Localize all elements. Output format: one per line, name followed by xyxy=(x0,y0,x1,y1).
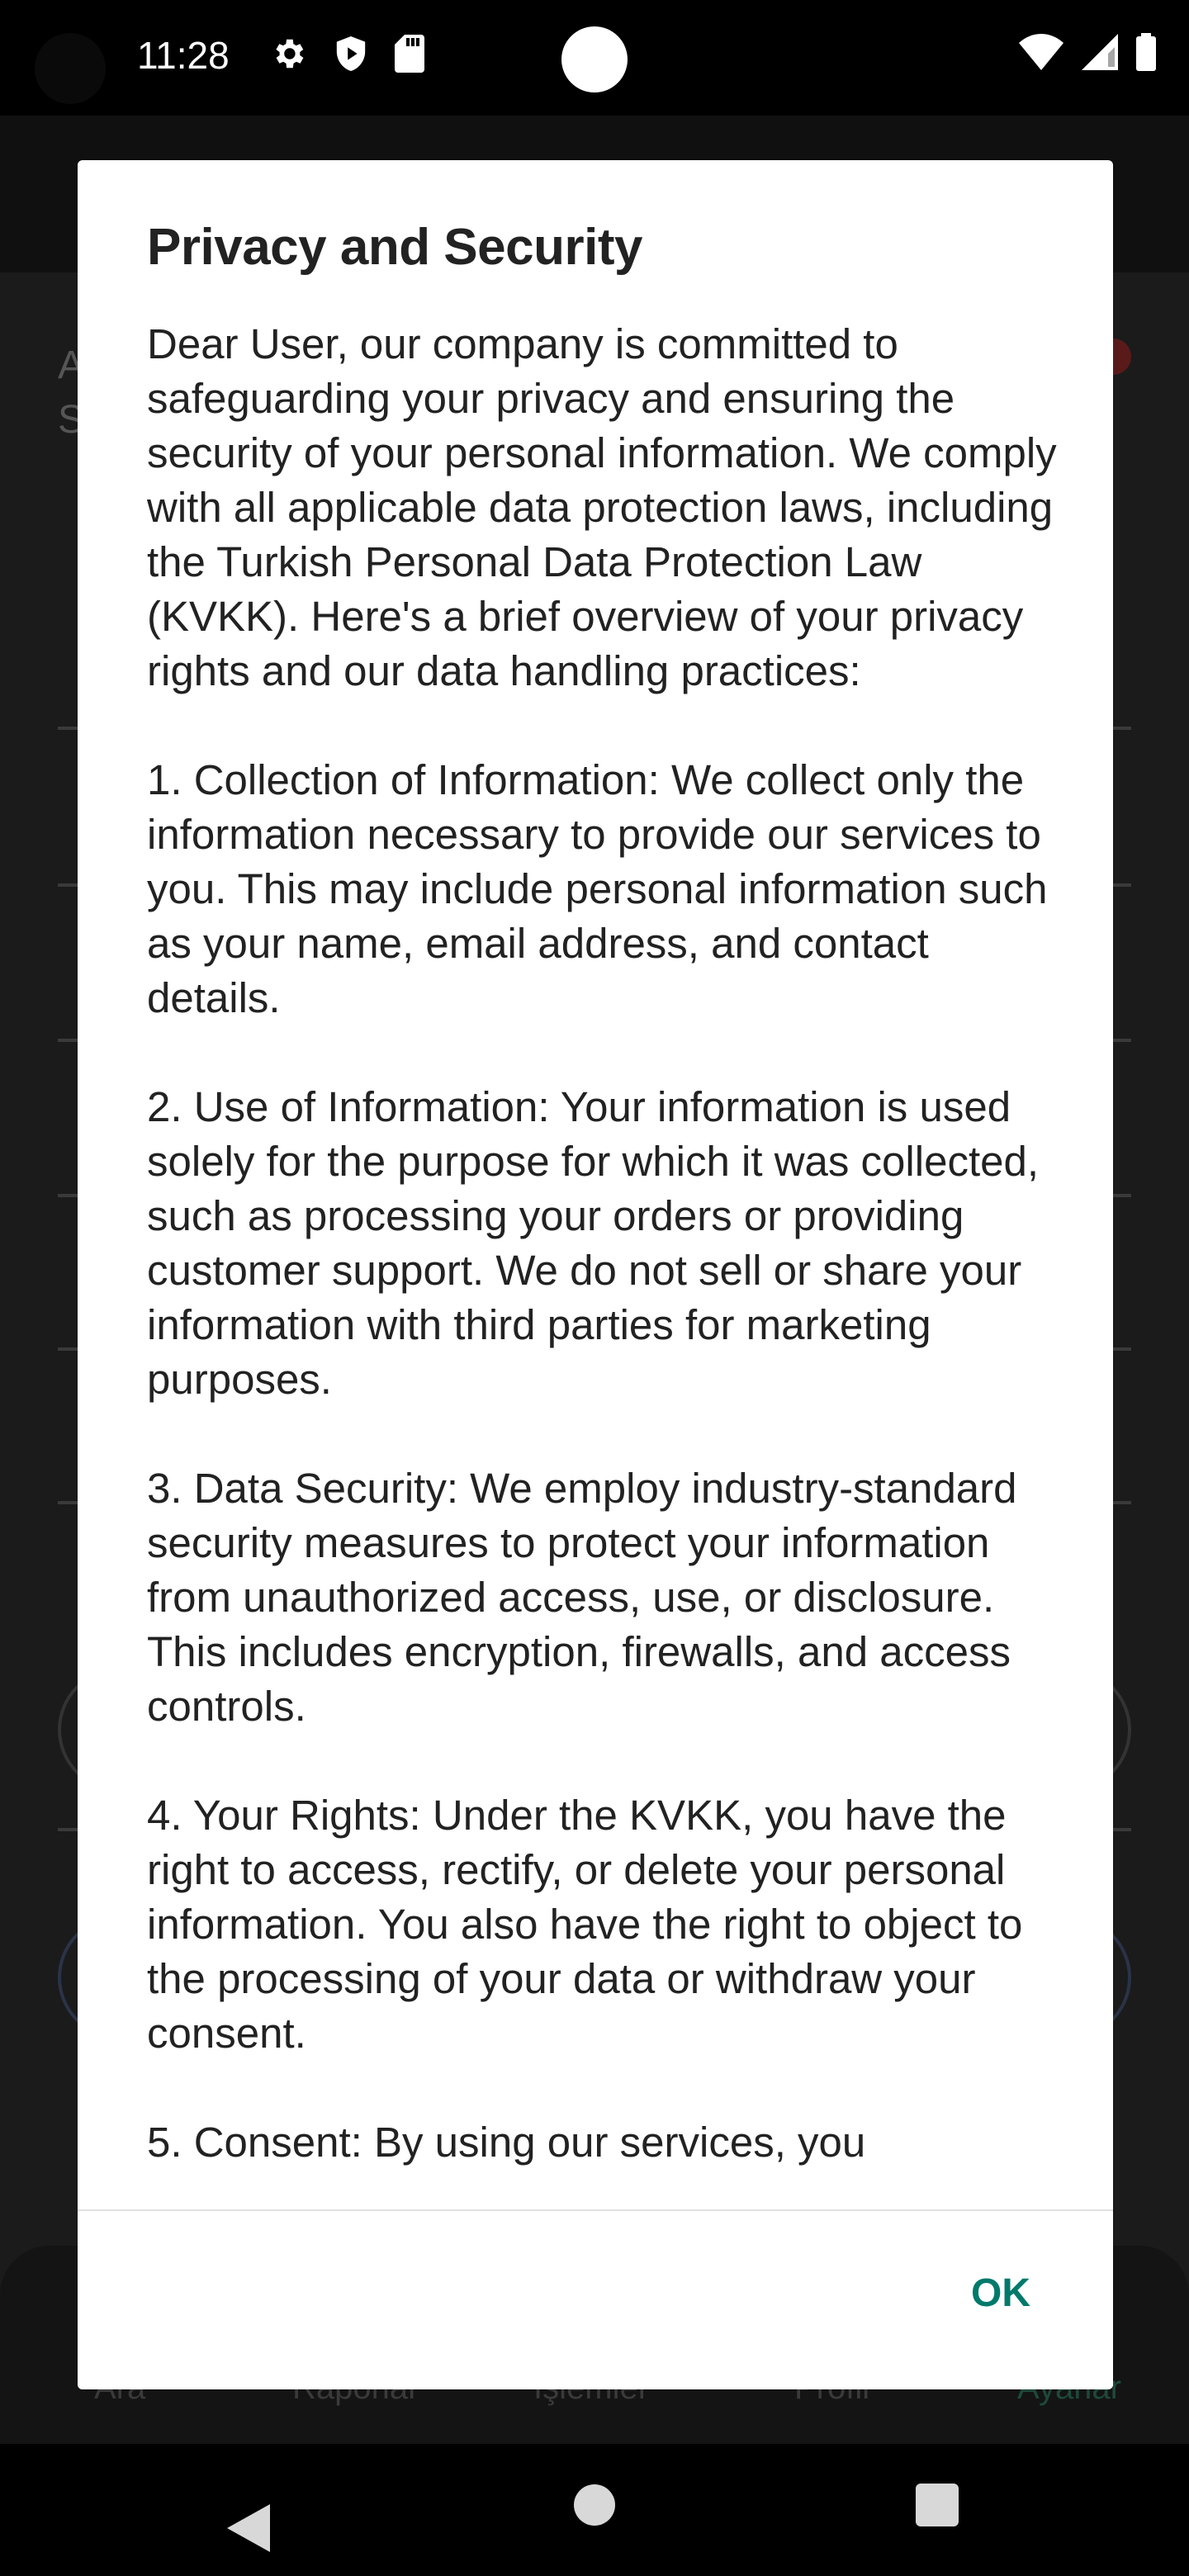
dialog-footer: OK xyxy=(78,2211,1113,2389)
camera-cutout xyxy=(35,33,106,104)
recents-icon[interactable] xyxy=(916,2484,959,2526)
sd-card-icon xyxy=(395,35,424,77)
status-right-icons xyxy=(1019,33,1156,75)
back-icon[interactable] xyxy=(227,2504,270,2556)
status-left-icons xyxy=(269,35,424,77)
ok-button[interactable]: OK xyxy=(971,2271,1030,2316)
dialog-body-text: Dear User, our company is committed to s… xyxy=(147,320,1057,2166)
front-camera xyxy=(561,26,628,92)
dialog-title: Privacy and Security xyxy=(147,219,642,276)
battery-icon xyxy=(1136,33,1156,75)
wifi-icon xyxy=(1019,34,1063,74)
dialog-scroll-area[interactable]: Dear User, our company is committed to s… xyxy=(147,317,1063,2365)
home-icon[interactable] xyxy=(574,2484,615,2526)
status-bar: 11:28 xyxy=(0,0,1189,116)
status-time: 11:28 xyxy=(137,34,230,77)
gear-icon xyxy=(269,35,307,77)
signal-icon xyxy=(1082,34,1118,74)
privacy-dialog: Privacy and Security Dear User, our comp… xyxy=(78,160,1113,2389)
shield-icon xyxy=(334,35,368,77)
